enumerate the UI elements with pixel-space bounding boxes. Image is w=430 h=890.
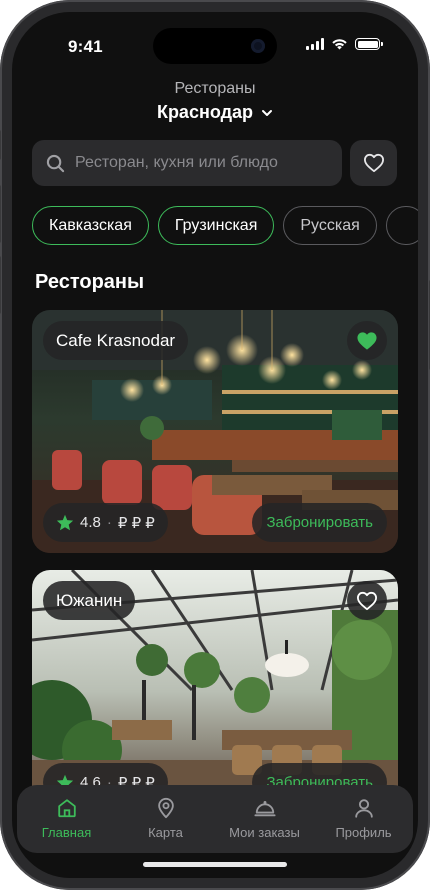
tab-label: Профиль xyxy=(335,825,392,840)
restaurant-card[interactable]: Cafe Krasnodar 4.8 · ₽ ₽ ₽ Забронировать xyxy=(32,310,398,553)
heart-filled-icon xyxy=(357,331,377,350)
camera-icon xyxy=(251,39,265,53)
tab-bar: Главная Карта Мои заказы Профиль xyxy=(17,785,413,853)
chip-caucasian[interactable]: Кавказская xyxy=(32,206,149,245)
battery-icon xyxy=(355,38,383,50)
search-icon xyxy=(46,154,65,172)
volume-down-button xyxy=(0,256,1,314)
cloche-icon xyxy=(253,801,276,817)
cuisine-filter-chips: Кавказская Грузинская Русская xyxy=(32,206,418,245)
search-bar[interactable] xyxy=(32,140,342,186)
tab-label: Карта xyxy=(148,825,183,840)
chevron-down-icon xyxy=(262,109,273,116)
city-selector[interactable]: Краснодар xyxy=(12,102,418,123)
status-time: 9:41 xyxy=(68,37,103,56)
separator-dot: · xyxy=(106,514,112,531)
favorite-toggle[interactable] xyxy=(347,581,387,620)
home-indicator[interactable] xyxy=(143,862,287,867)
chip-russian[interactable]: Русская xyxy=(283,206,377,245)
cellular-signal-icon xyxy=(306,38,324,50)
profile-icon xyxy=(354,799,373,818)
tab-orders[interactable]: Мои заказы xyxy=(220,797,310,853)
favorites-button[interactable] xyxy=(350,140,397,186)
price-level: ₽ ₽ ₽ xyxy=(117,514,155,532)
restaurant-name: Cafe Krasnodar xyxy=(43,321,189,360)
mute-switch xyxy=(0,130,1,160)
rating-value: 4.8 xyxy=(80,514,101,531)
restaurant-name: Южанин xyxy=(43,581,136,620)
book-button[interactable]: Забронировать xyxy=(252,503,387,542)
phone-frame: 9:41 Рестораны Краснодар Ресторан, кухня… xyxy=(0,0,430,890)
screen: 9:41 Рестораны Краснодар Ресторан, кухня… xyxy=(12,12,418,878)
restaurant-card[interactable]: Южанин 4.6 · ₽ ₽ ₽ Забронировать xyxy=(32,570,398,813)
wifi-icon xyxy=(332,39,347,50)
header-subtitle: Рестораны xyxy=(174,80,256,97)
chip-more[interactable] xyxy=(385,206,418,245)
chip-georgian[interactable]: Грузинская xyxy=(157,206,275,245)
status-bar: 9:41 xyxy=(12,12,418,68)
status-icons xyxy=(306,38,383,50)
tab-profile[interactable]: Профиль xyxy=(319,797,409,853)
favorite-toggle[interactable] xyxy=(347,321,387,360)
heart-outline-icon xyxy=(356,591,377,610)
heart-outline-icon xyxy=(363,153,384,173)
map-pin-icon xyxy=(157,797,174,819)
tab-map[interactable]: Карта xyxy=(121,797,211,853)
tab-label: Главная xyxy=(41,825,92,840)
city-name: Краснодар xyxy=(156,102,254,122)
tab-home[interactable]: Главная xyxy=(22,797,112,853)
tab-label: Мои заказы xyxy=(229,825,300,840)
section-title: Рестораны xyxy=(35,271,145,293)
dynamic-island xyxy=(153,28,277,64)
rating-badge: 4.8 · ₽ ₽ ₽ xyxy=(43,503,168,542)
star-icon xyxy=(56,514,74,531)
search-input[interactable] xyxy=(75,154,325,172)
home-icon xyxy=(57,799,76,818)
volume-up-button xyxy=(0,185,1,243)
